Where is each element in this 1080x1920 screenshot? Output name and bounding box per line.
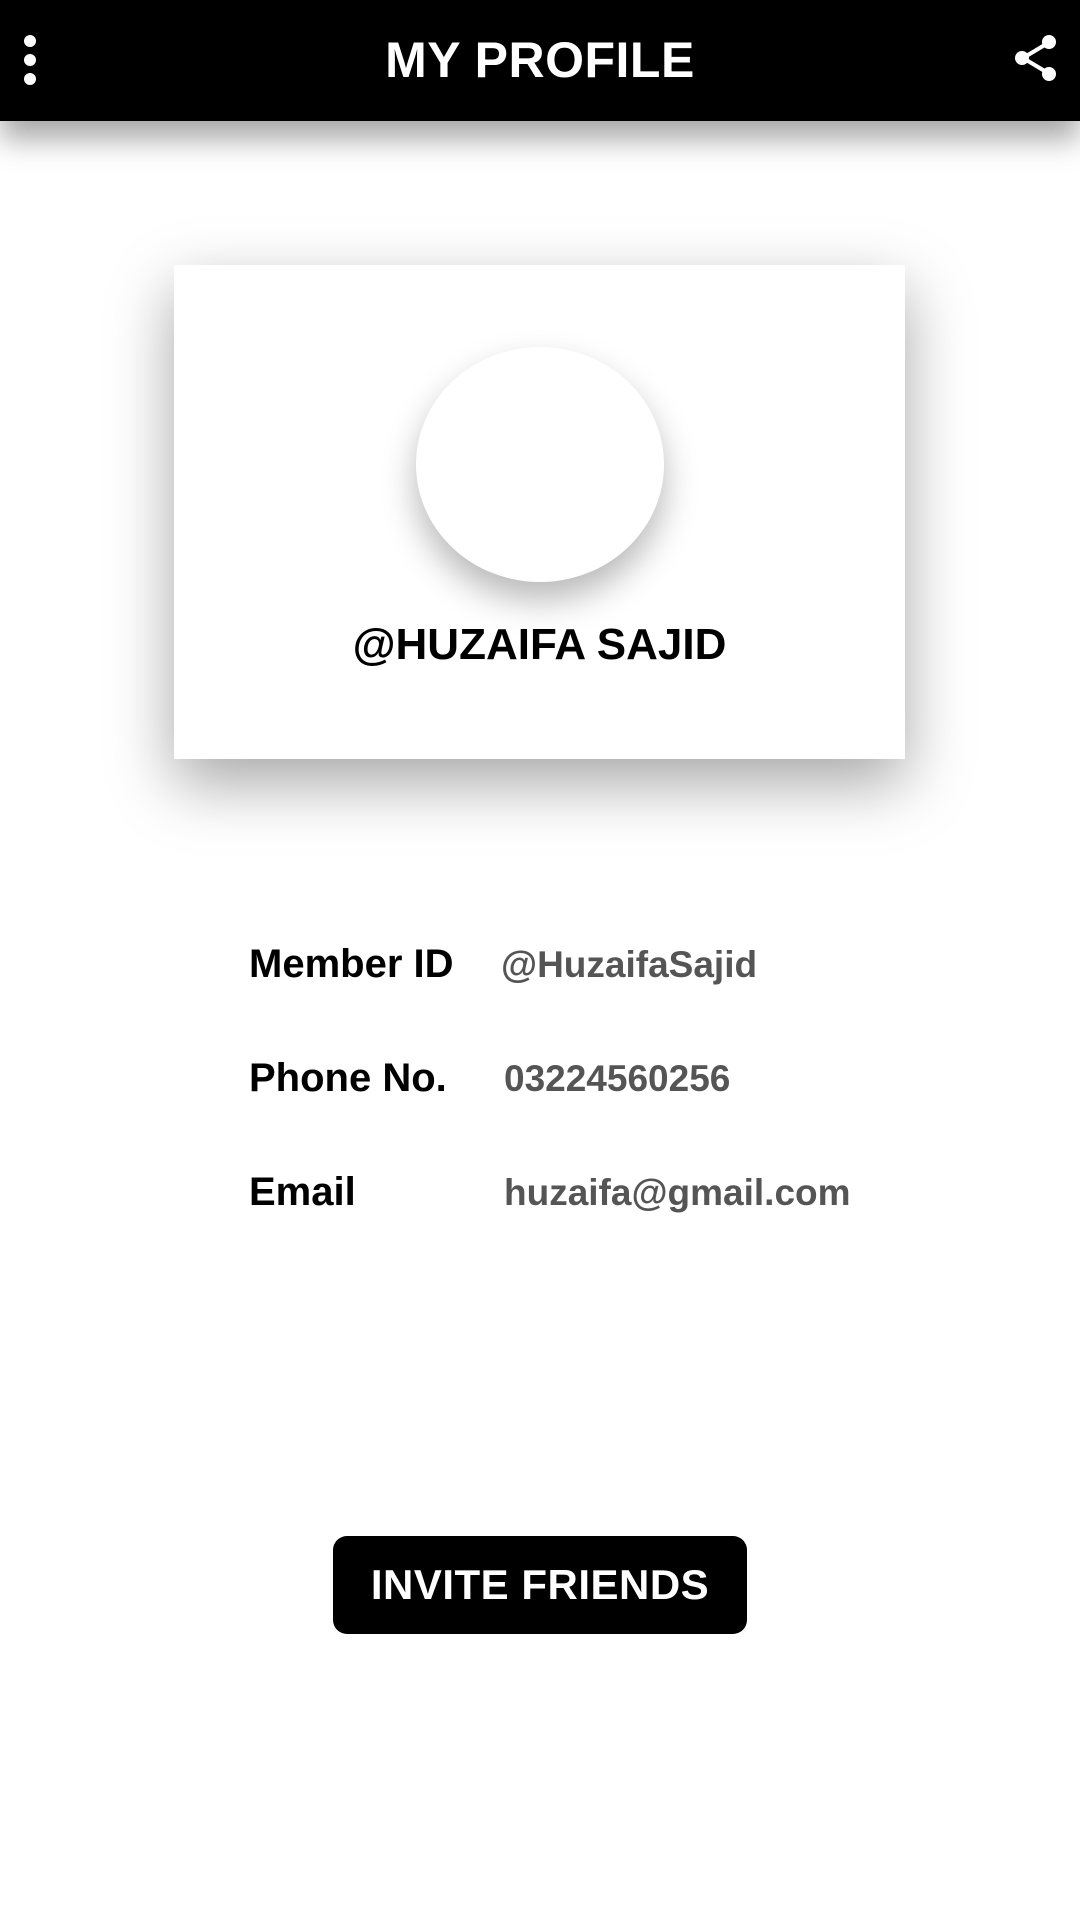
phone-row: Phone No. 03224560256 — [249, 1056, 949, 1116]
phone-label: Phone No. — [249, 1056, 447, 1100]
member-id-value: @HuzaifaSajid — [501, 944, 758, 985]
email-value: huzaifa@gmail.com — [504, 1172, 851, 1213]
member-id-row: Member ID @HuzaifaSajid — [249, 942, 949, 1002]
invite-friends-button[interactable]: INVITE FRIENDS — [333, 1536, 747, 1634]
phone-value: 03224560256 — [504, 1058, 731, 1099]
share-button[interactable] — [1008, 30, 1064, 86]
profile-screen: MY PROFILE @HUZAIFA SAJID Member ID @Huz… — [0, 0, 1080, 1920]
more-vertical-icon — [24, 35, 36, 85]
profile-card: @HUZAIFA SAJID — [174, 265, 905, 759]
email-label: Email — [249, 1170, 356, 1214]
profile-name: @HUZAIFA SAJID — [352, 620, 727, 669]
share-icon — [1015, 35, 1056, 81]
top-app-bar: MY PROFILE — [0, 0, 1080, 121]
email-row: Email huzaifa@gmail.com — [249, 1170, 949, 1230]
member-id-label: Member ID — [249, 942, 454, 986]
page-title: MY PROFILE — [385, 32, 695, 88]
avatar[interactable] — [416, 347, 664, 582]
menu-button[interactable] — [10, 30, 50, 90]
